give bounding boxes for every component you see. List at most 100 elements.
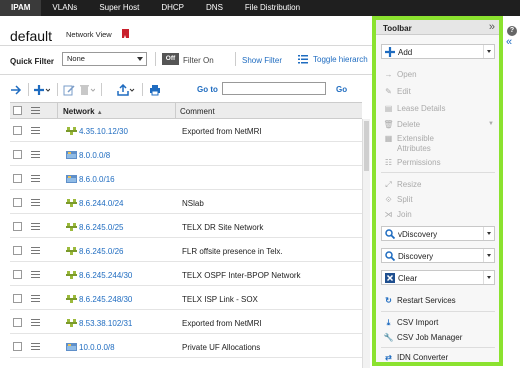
table-row[interactable]: 8.6.245.0/25 TELX DR Site Network <box>10 215 362 238</box>
add-dropdown-arrow[interactable] <box>483 45 494 58</box>
print-icon[interactable] <box>149 84 161 96</box>
table-row[interactable]: 4.35.10.12/30 Exported from NetMRI <box>10 119 362 142</box>
network-link[interactable]: 10.0.0.0/8 <box>79 343 115 352</box>
network-link[interactable]: 8.6.245.244/30 <box>79 271 132 280</box>
restart-services-action[interactable]: ↻ Restart Services <box>383 296 456 305</box>
discovery-dropdown-arrow[interactable] <box>483 249 494 262</box>
row-checkbox[interactable] <box>13 174 22 183</box>
table-row[interactable]: 8.0.0.0/8 <box>10 143 362 166</box>
row-menu-icon[interactable] <box>31 319 40 326</box>
table-row[interactable]: 8.6.245.248/30 TELX ISP Link - SOX <box>10 287 362 310</box>
tab-dns[interactable]: DNS <box>195 0 234 16</box>
clear-button[interactable]: Clear <box>381 270 495 285</box>
trash-icon: 🗑 <box>383 120 394 129</box>
collapse-toolbar-icon[interactable]: » <box>489 21 495 33</box>
row-menu-icon[interactable] <box>31 247 40 254</box>
toggle-hierarchy-link[interactable]: Toggle hierarch <box>313 55 368 64</box>
comment-cell: Private UF Allocations <box>182 343 261 352</box>
discovery-button[interactable]: Discovery <box>381 248 495 263</box>
network-link[interactable]: 8.6.245.248/30 <box>79 295 132 304</box>
permissions-action[interactable]: ☷ Permissions <box>383 158 441 167</box>
add-icon[interactable] <box>34 84 50 96</box>
quick-filter-select[interactable]: None <box>62 52 147 66</box>
goto-input[interactable] <box>222 82 326 95</box>
extensible-attributes-action[interactable]: ▦ Extensible <box>383 134 434 143</box>
split-action[interactable]: ⟐ Split <box>383 195 412 205</box>
column-header-comment[interactable]: Comment <box>180 107 215 116</box>
row-menu-icon[interactable] <box>31 199 40 206</box>
vdiscovery-dropdown-arrow[interactable] <box>483 227 494 240</box>
row-checkbox[interactable] <box>13 222 22 231</box>
edit-action[interactable]: ✎ Edit <box>383 87 411 96</box>
network-link[interactable]: 8.6.245.0/26 <box>79 247 123 256</box>
row-checkbox[interactable] <box>13 198 22 207</box>
row-checkbox[interactable] <box>13 246 22 255</box>
join-action[interactable]: ⋊ Join <box>383 210 412 219</box>
resize-action[interactable]: ⤢ Resize <box>383 180 421 190</box>
export-icon[interactable] <box>117 84 135 96</box>
row-checkbox[interactable] <box>13 318 22 327</box>
wrench-icon: 🔧 <box>383 333 394 342</box>
show-filter-link[interactable]: Show Filter <box>242 56 282 65</box>
network-link[interactable]: 8.53.38.102/31 <box>79 319 132 328</box>
edit-icon[interactable] <box>63 84 75 96</box>
arrow-right-icon[interactable] <box>10 84 22 96</box>
row-checkbox[interactable] <box>13 270 22 279</box>
table-row[interactable]: 8.53.38.102/31 Exported from NetMRI <box>10 311 362 334</box>
csv-job-manager-action[interactable]: 🔧 CSV Job Manager <box>383 333 463 342</box>
open-action[interactable]: → Open <box>383 70 417 79</box>
network-link[interactable]: 4.35.10.12/30 <box>79 127 128 136</box>
row-menu-icon[interactable] <box>31 151 40 158</box>
grid-scrollbar[interactable] <box>362 119 370 368</box>
row-menu-icon[interactable] <box>31 271 40 278</box>
row-checkbox[interactable] <box>13 150 22 159</box>
lease-details-action[interactable]: ▤ Lease Details <box>383 104 446 113</box>
delete-dropdown-arrow[interactable]: ▼ <box>488 121 494 127</box>
expand-panel-icon[interactable]: « <box>506 36 512 48</box>
network-link[interactable]: 8.6.0.0/16 <box>79 175 115 184</box>
table-row[interactable]: 8.6.0.0/16 <box>10 167 362 190</box>
add-button[interactable]: Add <box>381 44 495 59</box>
row-menu-icon[interactable] <box>31 295 40 302</box>
row-menu-icon[interactable] <box>31 127 40 134</box>
right-rail <box>503 16 520 368</box>
refresh-icon: ↻ <box>385 296 392 305</box>
column-menu-icon[interactable] <box>31 107 40 114</box>
network-view-label[interactable]: Network View <box>66 30 112 39</box>
bookmark-icon[interactable] <box>122 29 129 38</box>
table-row[interactable]: 8.6.245.244/30 TELX OSPF Inter-BPOP Netwo… <box>10 263 362 286</box>
delete-action[interactable]: 🗑 Delete <box>383 120 420 129</box>
table-row[interactable]: 10.0.0.0/8 Private UF Allocations <box>10 335 362 358</box>
row-checkbox[interactable] <box>13 342 22 351</box>
tab-file-distribution[interactable]: File Distribution <box>234 0 311 16</box>
go-button[interactable]: Go <box>336 85 347 94</box>
plus-icon <box>385 47 395 57</box>
clear-dropdown-arrow[interactable] <box>483 271 494 284</box>
row-menu-icon[interactable] <box>31 223 40 230</box>
row-menu-icon[interactable] <box>31 175 40 182</box>
tab-super-host[interactable]: Super Host <box>88 0 150 16</box>
network-icon <box>66 319 77 327</box>
divider <box>57 102 58 119</box>
table-row[interactable]: 8.6.245.0/26 FLR offsite presence in Telx… <box>10 239 362 262</box>
row-menu-icon[interactable] <box>31 343 40 350</box>
filter-toggle[interactable]: Off <box>162 53 179 65</box>
tab-vlans[interactable]: VLANs <box>41 0 88 16</box>
row-checkbox[interactable] <box>13 126 22 135</box>
scrollbar-thumb[interactable] <box>364 121 369 171</box>
csv-import-action[interactable]: ⤓ CSV Import <box>383 318 439 328</box>
select-all-checkbox[interactable] <box>13 106 22 115</box>
table-row[interactable]: 8.6.244.0/24 NSlab <box>10 191 362 214</box>
row-checkbox[interactable] <box>13 294 22 303</box>
tab-ipam[interactable]: IPAM <box>0 0 42 16</box>
column-header-network[interactable]: Network ▲ <box>63 107 103 116</box>
network-link[interactable]: 8.0.0.0/8 <box>79 151 110 160</box>
network-link[interactable]: 8.6.245.0/25 <box>79 223 123 232</box>
arrow-right-icon: → <box>384 70 393 79</box>
delete-icon[interactable] <box>79 84 95 96</box>
network-link[interactable]: 8.6.244.0/24 <box>79 199 123 208</box>
tab-dhcp[interactable]: DHCP <box>150 0 195 16</box>
vdiscovery-button[interactable]: vDiscovery <box>381 226 495 241</box>
help-icon[interactable]: ? <box>507 26 517 36</box>
idn-converter-action[interactable]: ⇄ IDN Converter <box>383 353 448 362</box>
